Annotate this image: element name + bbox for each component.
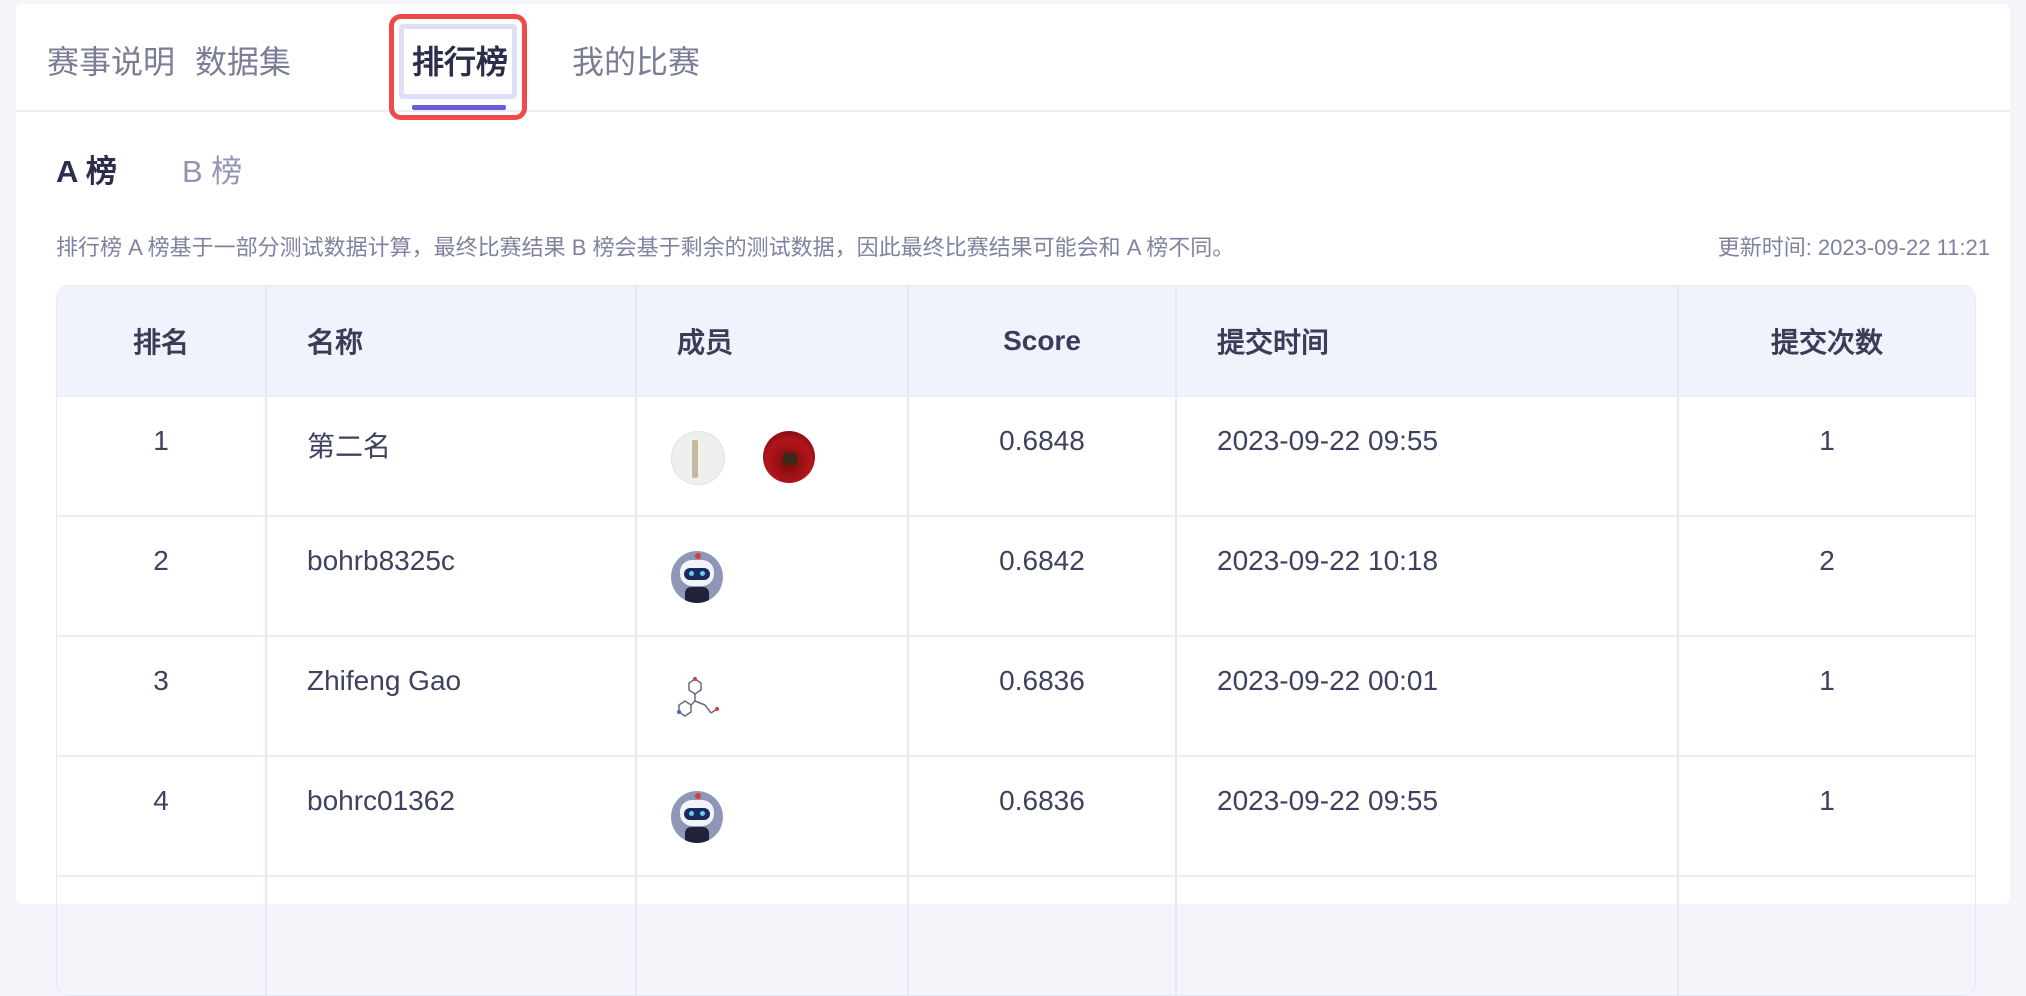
members-cell [637,515,909,635]
table-header-row: 排名 名称 成员 Score 提交时间 提交次数 [57,286,1975,395]
rank-cell: 1 [57,395,267,515]
robot-avatar-icon[interactable] [671,791,723,843]
submit-count-cell: 1 [1679,395,1975,515]
score-cell: 0.6836 [909,635,1177,755]
tab-active-underline [412,105,506,110]
leaderboard-notice: 排行榜 A 榜基于一部分测试数据计算，最终比赛结果 B 榜会基于剩余的测试数据，… [56,235,1235,260]
submit-time-cell: 2023-09-22 09:55 [1177,395,1679,515]
tab-dataset[interactable]: 数据集 [195,38,291,86]
member-avatar[interactable] [671,431,725,485]
submit-time-cell: 2023-09-22 00:01 [1177,635,1679,755]
leaderboard-table: 排名 名称 成员 Score 提交时间 提交次数 1 第二名 0.6848 20… [56,285,1976,996]
tab-leaderboard[interactable]: 排行榜 [412,38,508,86]
submit-count-cell: 1 [1679,755,1975,875]
main-tabs: 赛事说明 数据集 排行榜 我的比赛 [16,4,2010,120]
submit-time-cell: 2023-09-22 10:18 [1177,515,1679,635]
table-row: 1 第二名 0.6848 2023-09-22 09:55 1 [57,395,1975,515]
table-row: 4 bohrc01362 0.6836 2023-09-22 09:55 1 [57,755,1975,875]
members-cell [637,395,909,515]
table-row: 3 Zhifeng Gao 0.6836 2023-09-22 00:01 1 [57,635,1975,755]
score-cell: 0.6836 [909,755,1177,875]
header-rank: 排名 [57,286,267,395]
tab-competition-info[interactable]: 赛事说明 [47,38,175,86]
header-name: 名称 [267,286,637,395]
team-name-cell[interactable]: Zhifeng Gao [267,635,637,755]
molecule-avatar-icon[interactable] [671,671,723,723]
header-submit-count: 提交次数 [1679,286,1975,395]
header-submit-time: 提交时间 [1177,286,1679,395]
table-row: 2 bohrb8325c 0.6842 2023-09-22 10:18 2 [57,515,1975,635]
leaderboard-card: 赛事说明 数据集 排行榜 我的比赛 A 榜 B 榜 排行榜 A 榜基于一部分测试… [16,4,2010,996]
rank-cell: 3 [57,635,267,755]
team-name-cell[interactable]: bohrc01362 [267,755,637,875]
team-name-cell[interactable]: bohrb8325c [267,515,637,635]
submit-count-cell: 1 [1679,635,1975,755]
score-cell: 0.6842 [909,515,1177,635]
team-name-cell[interactable]: 第二名 [267,395,637,515]
submit-count-cell: 2 [1679,515,1975,635]
score-cell: 0.6848 [909,395,1177,515]
robot-avatar-icon[interactable] [671,551,723,603]
submit-time-cell: 2023-09-22 09:55 [1177,755,1679,875]
tab-my-competition[interactable]: 我的比赛 [572,38,700,86]
rank-cell: 2 [57,515,267,635]
update-time: 更新时间: 2023-09-22 11:21 [1717,235,1990,260]
table-row [57,875,1975,995]
member-avatar[interactable] [763,431,815,483]
members-cell [637,755,909,875]
subtab-a-board[interactable]: A 榜 [56,148,117,196]
rank-cell: 4 [57,755,267,875]
header-score: Score [909,286,1177,395]
header-members: 成员 [637,286,909,395]
subtab-b-board[interactable]: B 榜 [182,148,242,196]
members-cell [637,635,909,755]
